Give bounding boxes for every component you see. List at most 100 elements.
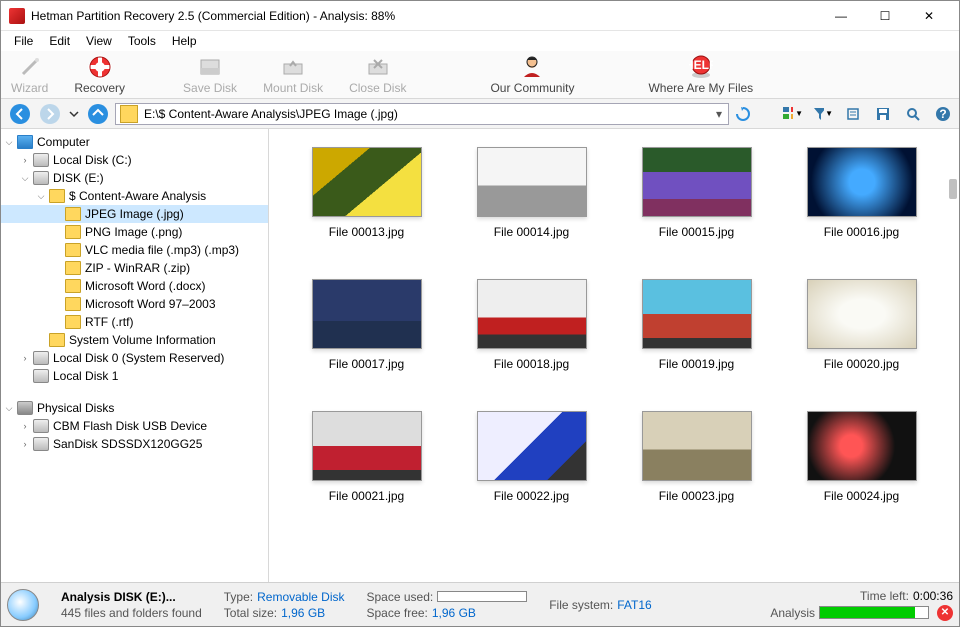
app-icon (9, 8, 25, 24)
close-disk-button[interactable]: Close Disk (345, 55, 410, 95)
thumbnail (477, 411, 587, 481)
thumbnail (642, 411, 752, 481)
help-button[interactable]: ? (933, 104, 953, 124)
maximize-button[interactable]: ☐ (863, 2, 907, 30)
toolbar-right: ▼ ▼ ? (757, 104, 953, 124)
options-button[interactable] (843, 104, 863, 124)
address-input[interactable] (142, 107, 710, 121)
menu-view[interactable]: View (79, 32, 119, 50)
community-label: Our Community (490, 81, 574, 95)
where-files-button[interactable]: HELP Where Are My Files (644, 55, 757, 95)
stop-button[interactable]: ✕ (937, 605, 953, 621)
person-icon (520, 55, 544, 79)
tree-sandisk[interactable]: ›SanDisk SDSSDX120GG25 (1, 435, 268, 453)
file-item[interactable]: File 00013.jpg (299, 147, 434, 239)
file-label: File 00022.jpg (494, 489, 569, 503)
tree-svi[interactable]: System Volume Information (1, 331, 268, 349)
tree-local1[interactable]: Local Disk 1 (1, 367, 268, 385)
close-disk-label: Close Disk (349, 81, 406, 95)
main-toolbar: Wizard Recovery Save Disk Mount Disk Clo… (1, 51, 959, 99)
tree-docx[interactable]: Microsoft Word (.docx) (1, 277, 268, 295)
mount-disk-label: Mount Disk (263, 81, 323, 95)
where-files-label: Where Are My Files (648, 81, 753, 95)
wizard-label: Wizard (11, 81, 48, 95)
tree-local-c[interactable]: ›Local Disk (C:) (1, 151, 268, 169)
mount-disk-icon (281, 55, 305, 79)
address-toolbar: ▾ ▼ ▼ ? (1, 99, 959, 129)
tree-content-aware[interactable]: ⌵$ Content-Aware Analysis (1, 187, 268, 205)
menu-tools[interactable]: Tools (121, 32, 163, 50)
thumbnail (312, 279, 422, 349)
file-label: File 00023.jpg (659, 489, 734, 503)
svg-text:HELP: HELP (689, 58, 713, 72)
recovery-label: Recovery (74, 81, 125, 95)
help-button-icon: HELP (689, 55, 713, 79)
tree-png[interactable]: PNG Image (.png) (1, 223, 268, 241)
forward-button[interactable] (37, 102, 63, 126)
file-label: File 00018.jpg (494, 357, 569, 371)
file-item[interactable]: File 00016.jpg (794, 147, 929, 239)
tree-vlc[interactable]: VLC media file (.mp3) (.mp3) (1, 241, 268, 259)
tree-rtf[interactable]: RTF (.rtf) (1, 313, 268, 331)
files-found: 445 files and folders found (61, 606, 202, 620)
folder-tree: ⌵Computer ›Local Disk (C:) ⌵DISK (E:) ⌵$… (1, 129, 269, 582)
thumbnail (477, 147, 587, 217)
back-button[interactable] (7, 102, 33, 126)
thumbnail (807, 411, 917, 481)
tree-local0[interactable]: ›Local Disk 0 (System Reserved) (1, 349, 268, 367)
filter-button[interactable]: ▼ (813, 104, 833, 124)
mount-disk-button[interactable]: Mount Disk (259, 55, 327, 95)
save-button[interactable] (873, 104, 893, 124)
tree-jpeg[interactable]: JPEG Image (.jpg) (1, 205, 268, 223)
status-type: Type:Removable Disk Total size:1,96 GB (224, 590, 345, 620)
status-space: Space used: Space free:1,96 GB (367, 590, 528, 620)
thumbnail (477, 279, 587, 349)
search-button[interactable] (903, 104, 923, 124)
address-dropdown[interactable]: ▾ (710, 107, 728, 121)
analysis-title: Analysis DISK (E:)... (61, 590, 202, 604)
menubar: File Edit View Tools Help (1, 31, 959, 51)
file-item[interactable]: File 00020.jpg (794, 279, 929, 371)
save-disk-label: Save Disk (183, 81, 237, 95)
file-item[interactable]: File 00024.jpg (794, 411, 929, 503)
community-button[interactable]: Our Community (486, 55, 578, 95)
menu-file[interactable]: File (7, 32, 40, 50)
file-item[interactable]: File 00015.jpg (629, 147, 764, 239)
file-label: File 00021.jpg (329, 489, 404, 503)
file-item[interactable]: File 00017.jpg (299, 279, 434, 371)
thumbnail (642, 279, 752, 349)
folder-icon (120, 105, 138, 123)
close-button[interactable]: ✕ (907, 2, 951, 30)
titlebar: Hetman Partition Recovery 2.5 (Commercia… (1, 1, 959, 31)
minimize-button[interactable]: — (819, 2, 863, 30)
thumbnail (807, 147, 917, 217)
tree-computer[interactable]: ⌵Computer (1, 133, 268, 151)
file-item[interactable]: File 00018.jpg (464, 279, 599, 371)
file-item[interactable]: File 00023.jpg (629, 411, 764, 503)
history-dropdown[interactable] (67, 102, 81, 126)
up-button[interactable] (85, 102, 111, 126)
save-disk-button[interactable]: Save Disk (179, 55, 241, 95)
tree-disk-e[interactable]: ⌵DISK (E:) (1, 169, 268, 187)
tree-cbm[interactable]: ›CBM Flash Disk USB Device (1, 417, 268, 435)
menu-help[interactable]: Help (165, 32, 204, 50)
file-item[interactable]: File 00022.jpg (464, 411, 599, 503)
file-label: File 00015.jpg (659, 225, 734, 239)
refresh-button[interactable] (733, 104, 753, 124)
file-label: File 00016.jpg (824, 225, 899, 239)
file-item[interactable]: File 00021.jpg (299, 411, 434, 503)
scrollbar-thumb[interactable] (949, 179, 957, 199)
save-disk-icon (198, 55, 222, 79)
tree-physical[interactable]: ⌵Physical Disks (1, 399, 268, 417)
file-item[interactable]: File 00019.jpg (629, 279, 764, 371)
tree-doc97[interactable]: Microsoft Word 97–2003 (1, 295, 268, 313)
recovery-button[interactable]: Recovery (70, 55, 129, 95)
wizard-button[interactable]: Wizard (7, 55, 52, 95)
menu-edit[interactable]: Edit (42, 32, 77, 50)
wand-icon (18, 55, 42, 79)
space-used-bar (437, 591, 527, 602)
view-mode-button[interactable]: ▼ (783, 104, 803, 124)
file-item[interactable]: File 00014.jpg (464, 147, 599, 239)
tree-zip[interactable]: ZIP - WinRAR (.zip) (1, 259, 268, 277)
file-label: File 00020.jpg (824, 357, 899, 371)
